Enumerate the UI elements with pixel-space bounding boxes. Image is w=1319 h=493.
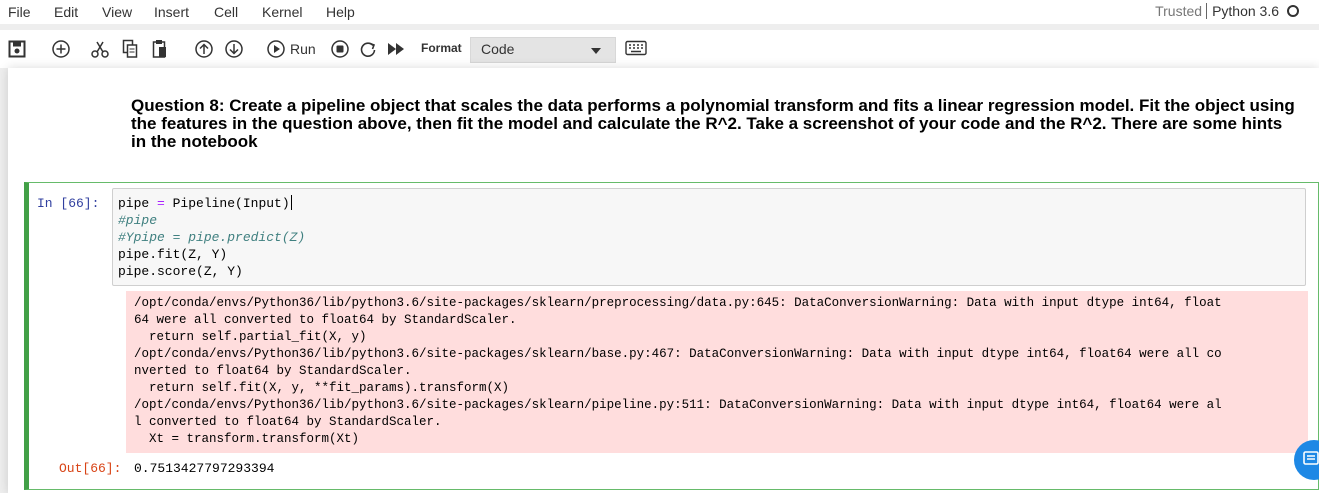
code-operator: = — [157, 196, 165, 211]
code-cell[interactable]: In [66]: pipe = Pipeline(Input) #pipe #Y… — [24, 182, 1319, 490]
add-cell-button[interactable] — [51, 38, 71, 60]
code-input-area[interactable]: pipe = Pipeline(Input) #pipe #Ypipe = pi… — [112, 188, 1306, 286]
stop-icon — [330, 39, 350, 59]
save-icon — [8, 40, 26, 58]
markdown-cell-question[interactable]: Question 8: Create a pipeline object tha… — [131, 97, 1301, 151]
save-button[interactable] — [8, 38, 26, 60]
kernel-status: Trusted Python 3.6 — [1155, 3, 1319, 19]
cell-type-select[interactable]: Code — [470, 37, 616, 63]
stderr-line: /opt/conda/envs/Python36/lib/python3.6/s… — [134, 347, 1222, 361]
chat-icon — [1294, 451, 1319, 483]
cut-button[interactable] — [91, 38, 109, 60]
keyboard-shortcuts-button[interactable] — [625, 40, 647, 59]
stderr-line: return self.partial_fit(X, y) — [134, 330, 367, 344]
code-line: pipe.fit(Z, Y) — [118, 247, 228, 262]
code-line: pipe.score(Z, Y) — [118, 264, 243, 279]
menubar: File Edit View Insert Cell Kernel Help T… — [0, 0, 1319, 24]
toolbar: Run Format — [0, 30, 1319, 68]
text-cursor — [290, 195, 292, 210]
move-down-button[interactable] — [224, 38, 244, 60]
stderr-output: /opt/conda/envs/Python36/lib/python3.6/s… — [126, 291, 1308, 453]
output-prompt: Out[66]: — [59, 461, 122, 476]
menu-view[interactable]: View — [102, 4, 132, 20]
code-token: pipe — [118, 196, 158, 211]
stderr-line: nverted to float64 by StandardScaler. — [134, 364, 412, 378]
code-line: pipe = Pipeline(Input) — [118, 195, 1305, 212]
code-line: #Ypipe = pipe.predict(Z) — [118, 230, 306, 245]
code-token: Pipeline(Input) — [164, 196, 290, 211]
paste-icon — [152, 39, 168, 59]
output-value: 0.7513427797293394 — [134, 461, 275, 476]
run-button[interactable]: Run — [266, 38, 316, 60]
cell-type-value: Code — [481, 41, 515, 57]
restart-icon — [358, 39, 378, 59]
menu-insert[interactable]: Insert — [154, 4, 189, 20]
move-down-icon — [224, 39, 244, 59]
menu-help[interactable]: Help — [326, 4, 355, 20]
stderr-line: /opt/conda/envs/Python36/lib/python3.6/s… — [134, 398, 1222, 412]
copy-button[interactable] — [122, 38, 138, 60]
chat-assistant-button[interactable] — [1294, 440, 1319, 480]
extra-icon — [1311, 6, 1319, 16]
format-label: Format — [421, 41, 462, 55]
chevron-down-icon — [591, 48, 601, 54]
stderr-line: 64 were all converted to float64 by Stan… — [134, 313, 517, 327]
code-line: #pipe — [118, 213, 158, 228]
stderr-line: l converted to float64 by StandardScaler… — [134, 415, 442, 429]
restart-button[interactable] — [358, 38, 378, 60]
input-prompt: In [66]: — [37, 196, 100, 211]
move-up-icon — [194, 39, 214, 59]
fast-forward-icon — [386, 40, 406, 58]
stderr-line: return self.fit(X, y, **fit_params).tran… — [134, 381, 510, 395]
run-label: Run — [290, 41, 316, 57]
copy-icon — [122, 39, 138, 59]
run-all-button[interactable] — [386, 38, 406, 60]
stderr-line: /opt/conda/envs/Python36/lib/python3.6/s… — [134, 296, 1222, 310]
stderr-line: Xt = transform.transform(Xt) — [134, 432, 360, 446]
notebook-container: Question 8: Create a pipeline object tha… — [8, 68, 1319, 493]
menu-kernel[interactable]: Kernel — [262, 4, 302, 20]
move-up-button[interactable] — [194, 38, 214, 60]
paste-button[interactable] — [152, 38, 168, 60]
trusted-indicator[interactable]: Trusted — [1155, 3, 1208, 19]
add-cell-icon — [51, 39, 71, 59]
menu-edit[interactable]: Edit — [54, 4, 78, 20]
stop-button[interactable] — [330, 38, 350, 60]
menu-cell[interactable]: Cell — [214, 4, 238, 20]
cut-icon — [91, 39, 109, 59]
kernel-name[interactable]: Python 3.6 — [1212, 3, 1279, 19]
kernel-idle-icon — [1287, 5, 1299, 17]
run-icon — [266, 39, 286, 59]
keyboard-icon — [625, 40, 647, 59]
menu-file[interactable]: File — [8, 4, 31, 20]
